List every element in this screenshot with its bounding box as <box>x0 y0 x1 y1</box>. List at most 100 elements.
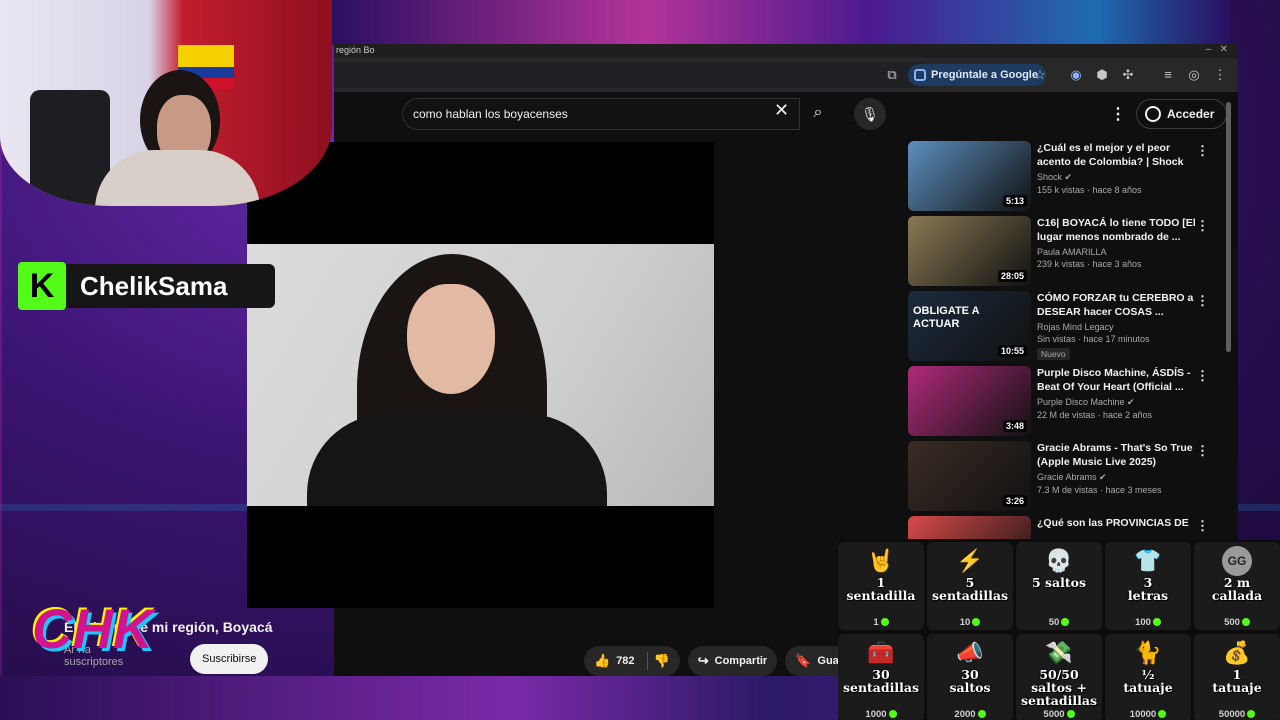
reward-cost-value: 1000 <box>865 709 887 720</box>
recommendation-item[interactable]: 28:05 C16| BOYACÁ lo tiene TODO [El lugar… <box>908 216 1228 291</box>
recommendation-thumbnail[interactable]: 5:13 <box>908 141 1031 211</box>
more-options-icon[interactable]: ⋮ <box>1196 293 1209 309</box>
recommendation-title[interactable]: Purple Disco Machine, ÁSDÍS - Beat Of Yo… <box>1037 366 1199 394</box>
money-bag-icon: 💰 <box>1223 640 1251 665</box>
recommendation-item[interactable]: 5:13 ¿Cuál es el mejor y el peor acento d… <box>908 141 1228 216</box>
more-options-icon[interactable]: ⋮ <box>1196 443 1209 459</box>
reward-cost-value: 10000 <box>1129 709 1157 720</box>
reward-card[interactable]: 🐈 ½ tatuaje 10000 <box>1105 634 1191 720</box>
recommendation-title[interactable]: Gracie Abrams - That's So True (Apple Mu… <box>1037 441 1199 469</box>
video-duration: 5:13 <box>1002 195 1027 207</box>
reward-card[interactable]: 📣 30 saltos 2000 <box>927 634 1013 720</box>
reading-list-icon[interactable]: ≡ <box>1160 67 1176 83</box>
more-options-icon[interactable]: ⋮ <box>1196 218 1209 234</box>
share-button[interactable]: ↪ Compartir <box>687 646 778 676</box>
video-frame[interactable] <box>247 244 714 506</box>
recommendation-title[interactable]: CÓMO FORZAR tu CEREBRO a DESEAR hacer CO… <box>1037 291 1199 319</box>
reward-cost-value: 50000 <box>1218 709 1246 720</box>
more-options-icon[interactable]: ⋮ <box>1196 368 1209 384</box>
scrollbar[interactable] <box>1226 102 1231 352</box>
google-lens-icon <box>914 69 926 81</box>
kick-logo-icon: K <box>18 262 66 310</box>
recommendation-thumbnail[interactable]: 28:05 <box>908 216 1031 286</box>
points-coin-icon <box>977 710 986 718</box>
ask-google-button[interactable]: Pregúntale a Google <box>908 64 1046 86</box>
tab-title[interactable]: región Bo <box>336 45 375 55</box>
recommendation-views: 239 k vistas · hace 3 años <box>1037 259 1142 269</box>
reward-card[interactable]: 👕 3 letras 100 <box>1105 542 1191 630</box>
more-options-icon[interactable]: ⋮ <box>1196 143 1209 159</box>
reward-label: 30 sentadillas <box>842 667 920 695</box>
reward-label: 1 tatuaje <box>1212 667 1262 695</box>
recommendation-title[interactable]: C16| BOYACÁ lo tiene TODO [El lugar meno… <box>1037 216 1199 244</box>
recommendation-thumbnail[interactable]: 3:48 <box>908 366 1031 436</box>
share-label: Compartir <box>714 655 768 667</box>
recommendation-thumbnail[interactable]: OBLIGATE A ACTUAR 10:55 <box>908 291 1031 361</box>
audio-playing-icon[interactable]: ◉ <box>1068 67 1084 83</box>
install-app-icon[interactable]: ⧉ <box>884 67 900 83</box>
recommendation-title[interactable]: ¿Qué son las PROVINCIAS DE <box>1037 516 1199 530</box>
reward-card[interactable]: GG 2 m callada 500 <box>1194 542 1280 630</box>
points-coin-icon <box>1158 710 1167 718</box>
reward-cost: 10000 <box>1105 709 1191 720</box>
recommendation-channel[interactable]: Purple Disco Machine ✔ <box>1037 397 1199 408</box>
rock-hand-icon: 🤘 <box>867 548 895 573</box>
microphone-icon[interactable]: 🎙 <box>854 98 886 130</box>
subscribe-button[interactable]: Suscribirse <box>190 644 269 674</box>
profile-icon[interactable]: ◎ <box>1186 67 1202 83</box>
sign-in-button[interactable]: Acceder <box>1136 99 1228 129</box>
reward-card[interactable]: 💰 1 tatuaje 50000 <box>1194 634 1280 720</box>
recommendation-item[interactable]: 3:48 Purple Disco Machine, ÁSDÍS - Beat O… <box>908 366 1228 441</box>
recommendation-thumbnail[interactable]: 3:26 <box>908 441 1031 511</box>
recommendation-channel[interactable]: Gracie Abrams ✔ <box>1037 472 1199 483</box>
bookmark-star-icon[interactable]: ☆ <box>1032 67 1048 83</box>
recommendation-thumbnail[interactable] <box>908 516 1031 539</box>
recommendation-meta: ¿Qué son las PROVINCIAS DE <box>1037 516 1199 530</box>
webcam-feed <box>0 0 332 206</box>
recommendation-channel[interactable]: Shock ✔ <box>1037 172 1199 183</box>
recommendations-list: 5:13 ¿Cuál es el mejor y el peor acento d… <box>908 141 1228 539</box>
reward-card[interactable]: 🧰 30 sentadillas 1000 <box>838 634 924 720</box>
reward-card[interactable]: 🤘 1 sentadilla 1 <box>838 542 924 630</box>
recommendation-item[interactable]: ¿Qué son las PROVINCIAS DE ⋮ <box>908 516 1228 539</box>
like-button[interactable]: 👍 782 👎 <box>584 646 680 676</box>
reward-card[interactable]: ⚡ 5 sentadillas 10 <box>927 542 1013 630</box>
reward-card[interactable]: 💀 5 saltos 50 <box>1016 542 1102 630</box>
recommendation-meta: Purple Disco Machine, ÁSDÍS - Beat Of Yo… <box>1037 366 1199 420</box>
presenter-face <box>407 284 495 394</box>
thumbs-down-icon[interactable]: 👎 <box>654 653 670 669</box>
coins-icon: 💸 <box>1045 640 1073 665</box>
recommendation-item[interactable]: 3:26 Gracie Abrams - That's So True (Appl… <box>908 441 1228 516</box>
extensions-puzzle-icon[interactable]: ✣ <box>1120 67 1136 83</box>
reward-label: 5 sentadillas <box>931 575 1009 603</box>
extension-adblock-icon[interactable]: ⬢ <box>1094 67 1110 83</box>
new-badge: Nuevo <box>1037 348 1070 360</box>
video-duration: 3:48 <box>1002 420 1027 432</box>
clear-search-icon[interactable]: ✕ <box>774 100 789 121</box>
more-options-icon[interactable]: ⋮ <box>1196 518 1209 534</box>
video-duration: 10:55 <box>997 345 1027 357</box>
reward-cost: 1 <box>838 617 924 628</box>
points-coin-icon <box>1152 618 1161 626</box>
reward-cost: 50000 <box>1194 709 1280 720</box>
presenter-jacket <box>307 414 607 506</box>
recommendation-meta: Gracie Abrams - That's So True (Apple Mu… <box>1037 441 1199 495</box>
recommendation-channel[interactable]: Paula AMARILLA <box>1037 247 1199 257</box>
reward-card[interactable]: 💸 50/50 saltos + sentadillas 5000 <box>1016 634 1102 720</box>
search-input[interactable]: como hablan los boyacenses <box>402 98 800 130</box>
settings-kebab-icon[interactable]: ⋮ <box>1110 104 1126 124</box>
window-controls[interactable]: – ✕ <box>1206 44 1228 56</box>
recommendation-views: Sin vistas · hace 17 minutos <box>1037 334 1150 344</box>
bookmark-icon: 🔖 <box>795 653 812 668</box>
search-icon[interactable]: ⌕ <box>800 98 836 130</box>
address-bar[interactable] <box>334 62 924 88</box>
recommendation-item[interactable]: OBLIGATE A ACTUAR 10:55 CÓMO FORZAR tu CER… <box>908 291 1228 366</box>
browser-menu-icon[interactable]: ⋮ <box>1212 67 1228 83</box>
video-player[interactable] <box>247 142 714 608</box>
recommendation-views: 7.3 M de vistas · hace 3 meses <box>1037 485 1162 495</box>
recommendation-title[interactable]: ¿Cuál es el mejor y el peor acento de Co… <box>1037 141 1199 169</box>
streamer-nameplate: K ChelikSama <box>18 262 275 310</box>
recommendation-channel[interactable]: Rojas Mind Legacy <box>1037 322 1199 332</box>
reward-cost: 2000 <box>927 709 1013 720</box>
reward-cost-value: 5000 <box>1043 709 1065 720</box>
